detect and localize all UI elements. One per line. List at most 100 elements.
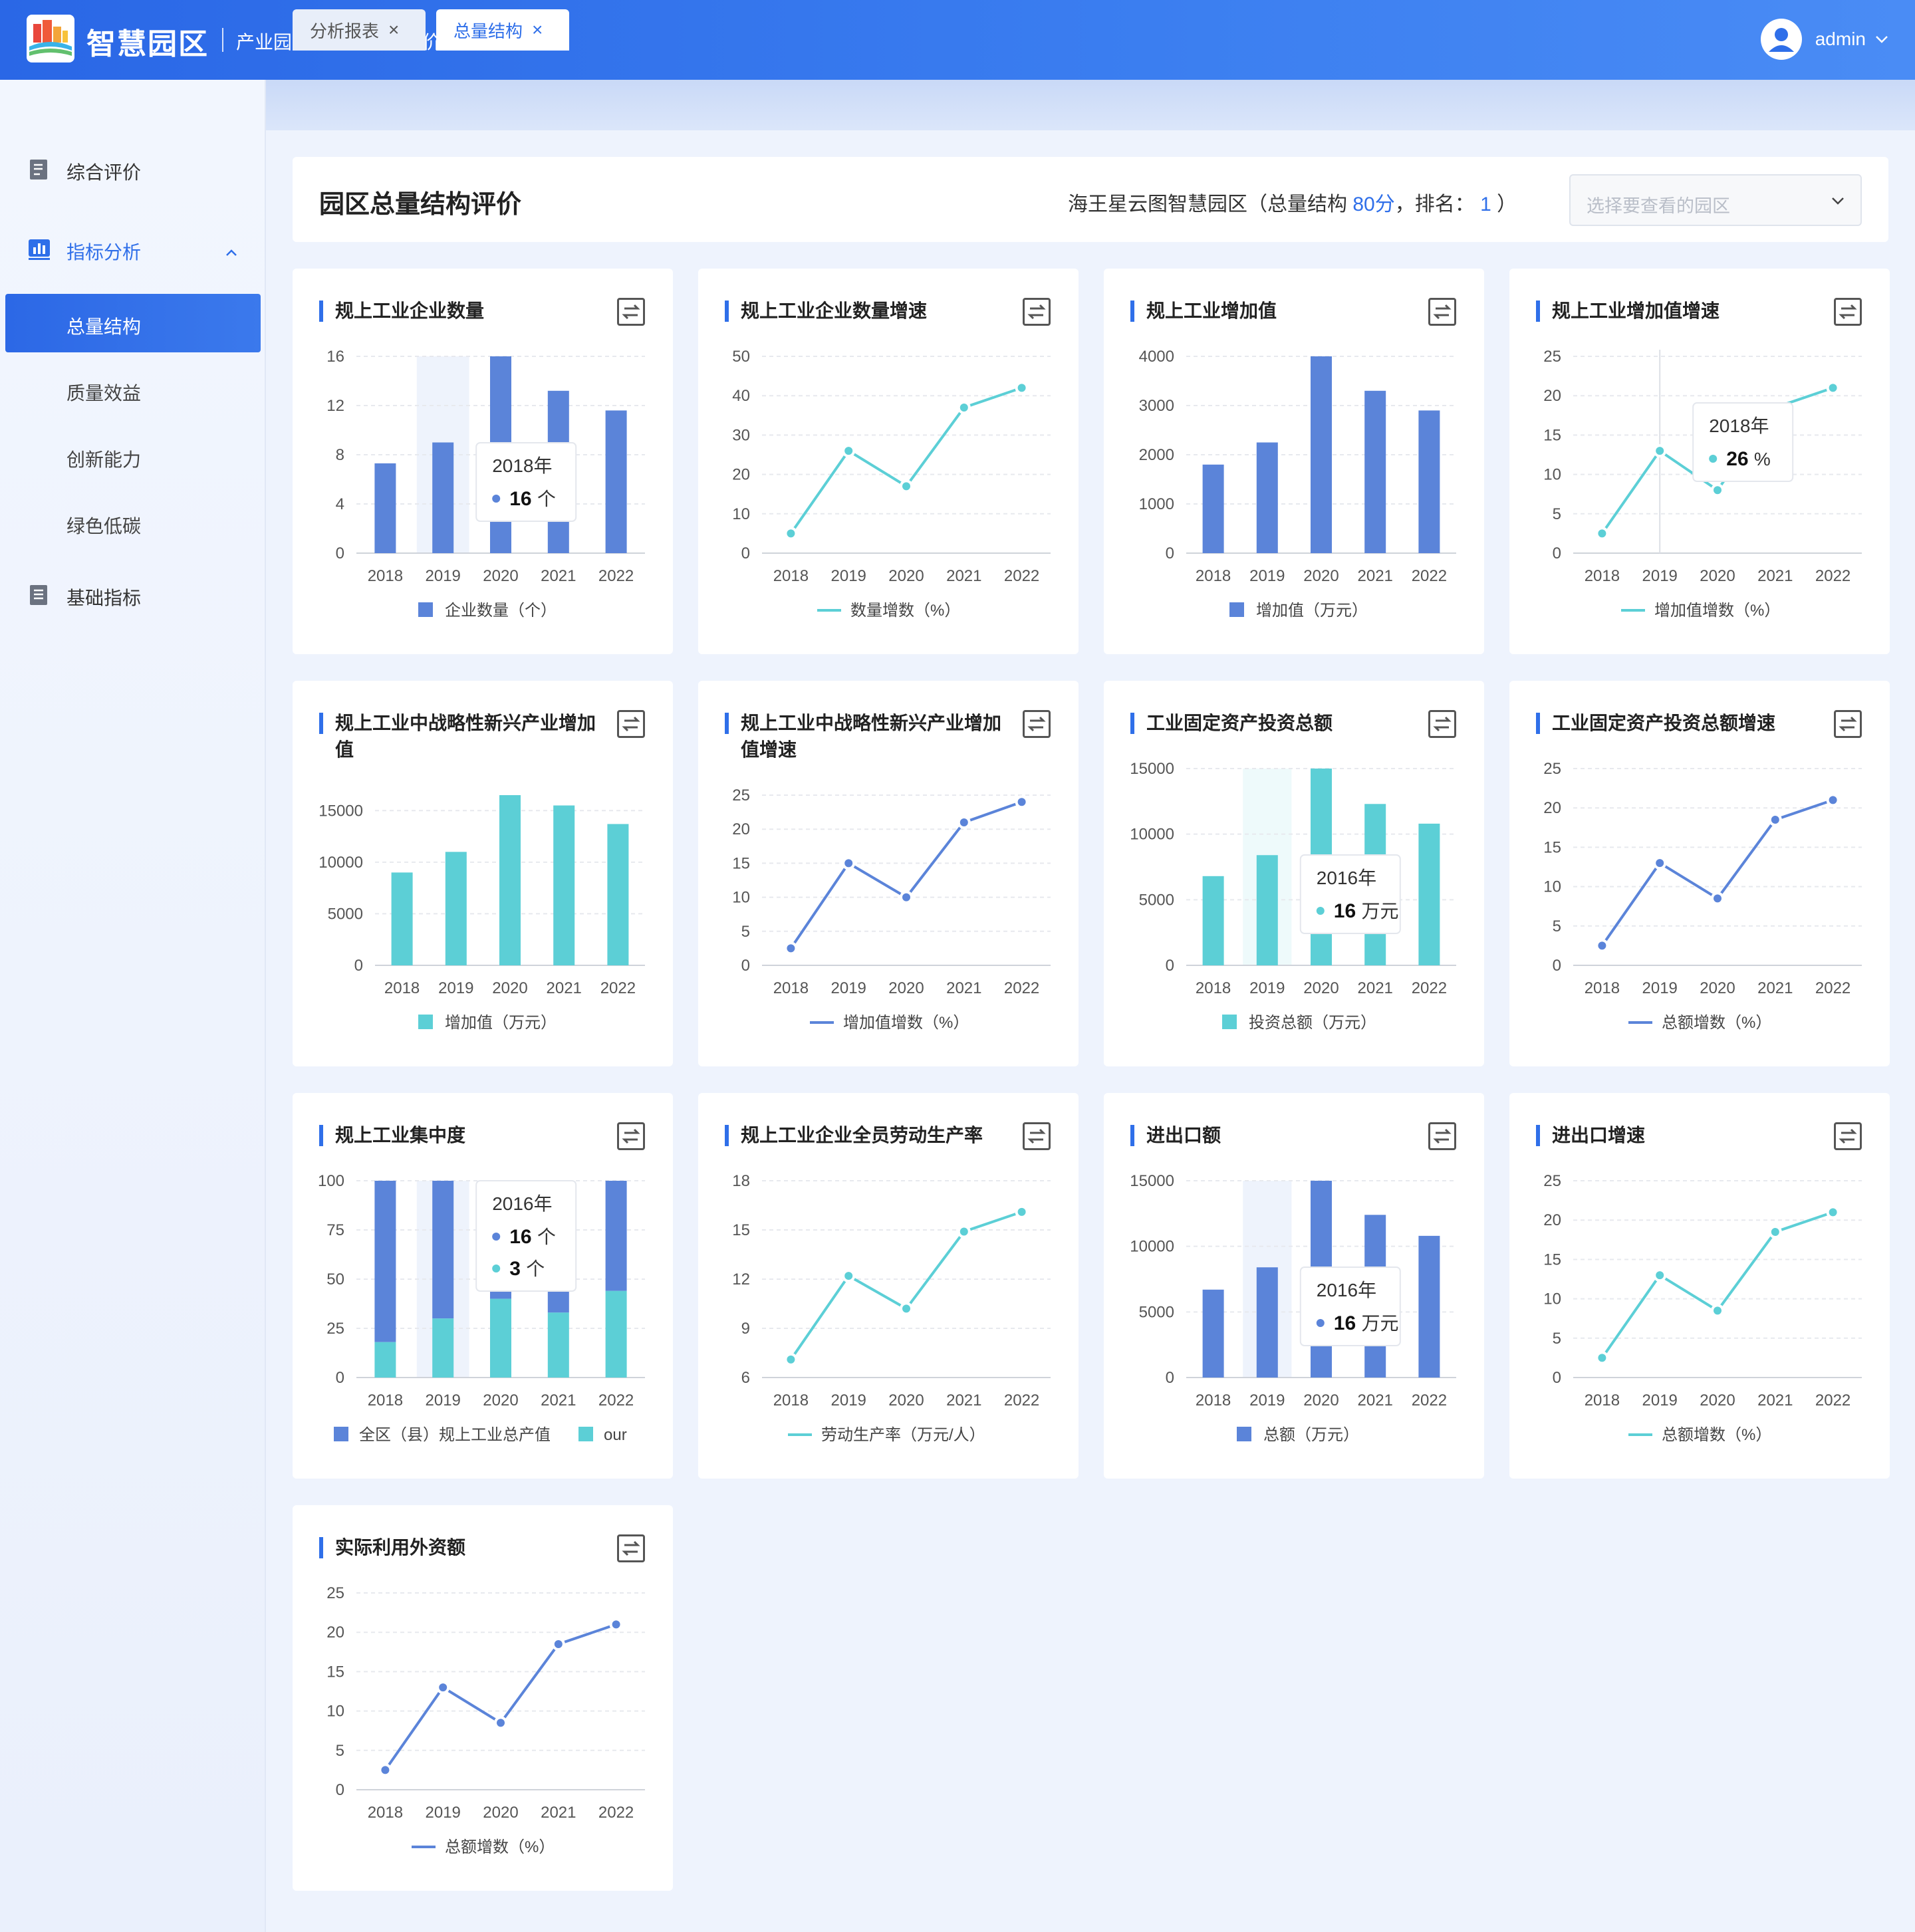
data-point bbox=[436, 1681, 450, 1695]
sidebar-item-label: 综合评价 bbox=[66, 162, 142, 183]
sidebar-item-overall[interactable]: 综合评价 bbox=[0, 140, 266, 199]
x-tick-label: 2018 bbox=[384, 979, 420, 997]
x-tick-label: 2019 bbox=[1249, 567, 1285, 585]
x-tick-label: 2022 bbox=[1815, 979, 1851, 997]
y-tick-label: 20 bbox=[732, 466, 750, 484]
y-tick-label: 8 bbox=[336, 446, 344, 464]
park-select[interactable]: 选择要查看的园区 bbox=[1569, 174, 1862, 226]
data-point bbox=[378, 1763, 392, 1777]
sidebar: 综合评价 指标分析 总量结构 质量效益 创新能力 绿色低碳 基础指标 bbox=[0, 80, 266, 1932]
chart-tooltip: 2016年 16 万元 bbox=[1299, 854, 1401, 934]
data-point bbox=[1015, 381, 1029, 395]
tab-total-structure[interactable]: 总量结构 × bbox=[436, 9, 569, 51]
close-icon[interactable]: × bbox=[532, 19, 543, 41]
x-tick-label: 2021 bbox=[946, 1391, 981, 1409]
legend-label: 增加值（万元） bbox=[1256, 602, 1368, 620]
sidebar-subitem-quality[interactable]: 质量效益 bbox=[5, 360, 261, 419]
close-icon[interactable]: × bbox=[388, 19, 399, 41]
y-tick-label: 5 bbox=[336, 1742, 344, 1760]
tooltip-value: 26 % bbox=[1726, 448, 1771, 470]
document-icon bbox=[28, 158, 51, 181]
y-tick-label: 20 bbox=[1543, 1211, 1561, 1229]
user-menu[interactable]: admin bbox=[1760, 19, 1888, 60]
chart-card: 规上工业企业全员劳动生产率 6 9 12 15 18 2018 2019 2020 2021 202… bbox=[698, 1093, 1079, 1479]
sidebar-item-label: 指标分析 bbox=[66, 242, 142, 263]
y-tick-label: 15 bbox=[1543, 838, 1561, 856]
x-tick-label: 2018 bbox=[1196, 1391, 1231, 1409]
data-point bbox=[1015, 1205, 1029, 1219]
y-tick-label: 40 bbox=[732, 387, 750, 405]
x-tick-label: 2020 bbox=[888, 979, 924, 997]
sidebar-item-basic-indicators[interactable]: 基础指标 bbox=[0, 565, 266, 625]
x-tick-label: 2020 bbox=[888, 1391, 924, 1409]
y-tick-label: 0 bbox=[336, 1369, 344, 1387]
x-tick-label: 2022 bbox=[1815, 1391, 1851, 1409]
legend-swatch bbox=[334, 1427, 348, 1441]
tooltip-value: 16 个 bbox=[509, 1226, 556, 1248]
data-point bbox=[1826, 793, 1840, 807]
bar-chart-icon bbox=[28, 238, 51, 261]
y-tick-label: 0 bbox=[1553, 957, 1561, 975]
y-tick-label: 0 bbox=[1553, 1369, 1561, 1387]
y-tick-label: 16 bbox=[326, 348, 344, 366]
bar bbox=[1311, 356, 1332, 553]
y-tick-label: 15 bbox=[1543, 426, 1561, 444]
bar bbox=[391, 872, 413, 965]
y-tick-label: 0 bbox=[336, 1781, 344, 1799]
x-tick-label: 2018 bbox=[1585, 979, 1620, 997]
bar bbox=[1364, 390, 1386, 553]
sidebar-subitem-green[interactable]: 绿色低碳 bbox=[5, 493, 261, 552]
tooltip-title: 2016年 bbox=[1317, 868, 1376, 888]
y-tick-label: 25 bbox=[1543, 1172, 1561, 1190]
sidebar-subitem-label: 总量结构 bbox=[66, 316, 142, 337]
bar-segment bbox=[432, 1318, 454, 1378]
data-point bbox=[1653, 856, 1667, 870]
x-tick-label: 2018 bbox=[773, 567, 809, 585]
y-tick-label: 5000 bbox=[328, 905, 363, 923]
data-point bbox=[842, 856, 856, 870]
x-tick-label: 2018 bbox=[1585, 567, 1620, 585]
chart-card: 工业固定资产投资总额 0 5000 10000 15000 2018 2019 2020 202… bbox=[1104, 681, 1484, 1066]
bar bbox=[1256, 1267, 1278, 1378]
x-tick-label: 2018 bbox=[368, 567, 403, 585]
tab-analysis-report[interactable]: 分析报表 × bbox=[293, 9, 426, 51]
sidebar-subitem-innovation[interactable]: 创新能力 bbox=[5, 427, 261, 485]
y-tick-label: 10 bbox=[1543, 466, 1561, 484]
chart-plot: 0 5 10 15 20 25 2018 2019 2020 2021 2022 增加值增数（%） bbox=[732, 786, 1051, 1032]
sidebar-subitem-total-structure[interactable]: 总量结构 bbox=[5, 294, 261, 352]
y-tick-label: 10000 bbox=[1130, 826, 1174, 844]
bar-segment bbox=[547, 1312, 569, 1378]
tooltip-value: 16 万元 bbox=[1334, 900, 1399, 922]
y-tick-label: 5000 bbox=[1139, 891, 1174, 909]
y-tick-label: 4 bbox=[336, 495, 344, 513]
legend-swatch bbox=[578, 1427, 593, 1441]
bar-segment bbox=[605, 1181, 627, 1291]
bar bbox=[1202, 1289, 1224, 1378]
tooltip-value: 3 个 bbox=[509, 1258, 545, 1280]
y-tick-label: 0 bbox=[1166, 544, 1174, 562]
x-tick-label: 2022 bbox=[1412, 567, 1447, 585]
bar bbox=[553, 805, 575, 965]
x-tick-label: 2021 bbox=[1358, 1391, 1393, 1409]
series-line bbox=[1600, 1211, 1834, 1359]
data-point bbox=[900, 479, 913, 493]
x-tick-label: 2020 bbox=[1303, 1391, 1339, 1409]
bar bbox=[1202, 876, 1224, 965]
bar bbox=[605, 410, 627, 553]
y-tick-label: 15 bbox=[1543, 1251, 1561, 1268]
chart-plot: 0 5 10 15 20 25 2018 2019 2020 2021 2022 总额增数（%） bbox=[326, 1584, 645, 1856]
chart-card: 规上工业中战略性新兴产业增加值 0 5000 10000 15000 2018 2019 20… bbox=[293, 681, 673, 1066]
y-tick-label: 5 bbox=[1553, 917, 1561, 935]
rank-label: ，排名： bbox=[1394, 193, 1475, 215]
y-tick-label: 15000 bbox=[1130, 1172, 1174, 1190]
x-tick-label: 2019 bbox=[426, 1804, 461, 1822]
y-tick-label: 1000 bbox=[1139, 495, 1174, 513]
username: admin bbox=[1815, 29, 1866, 49]
y-tick-label: 0 bbox=[741, 957, 750, 975]
tab-strip bbox=[266, 80, 1915, 130]
chart-plot: 0 5000 10000 15000 2018 2019 2020 2021 2022 投资总额（… bbox=[1130, 760, 1456, 1032]
sidebar-item-indicator-analysis[interactable]: 指标分析 bbox=[0, 219, 266, 279]
legend-swatch bbox=[1229, 602, 1244, 617]
park-rank: 1 bbox=[1480, 193, 1491, 215]
tab-label: 分析报表 bbox=[310, 21, 380, 41]
